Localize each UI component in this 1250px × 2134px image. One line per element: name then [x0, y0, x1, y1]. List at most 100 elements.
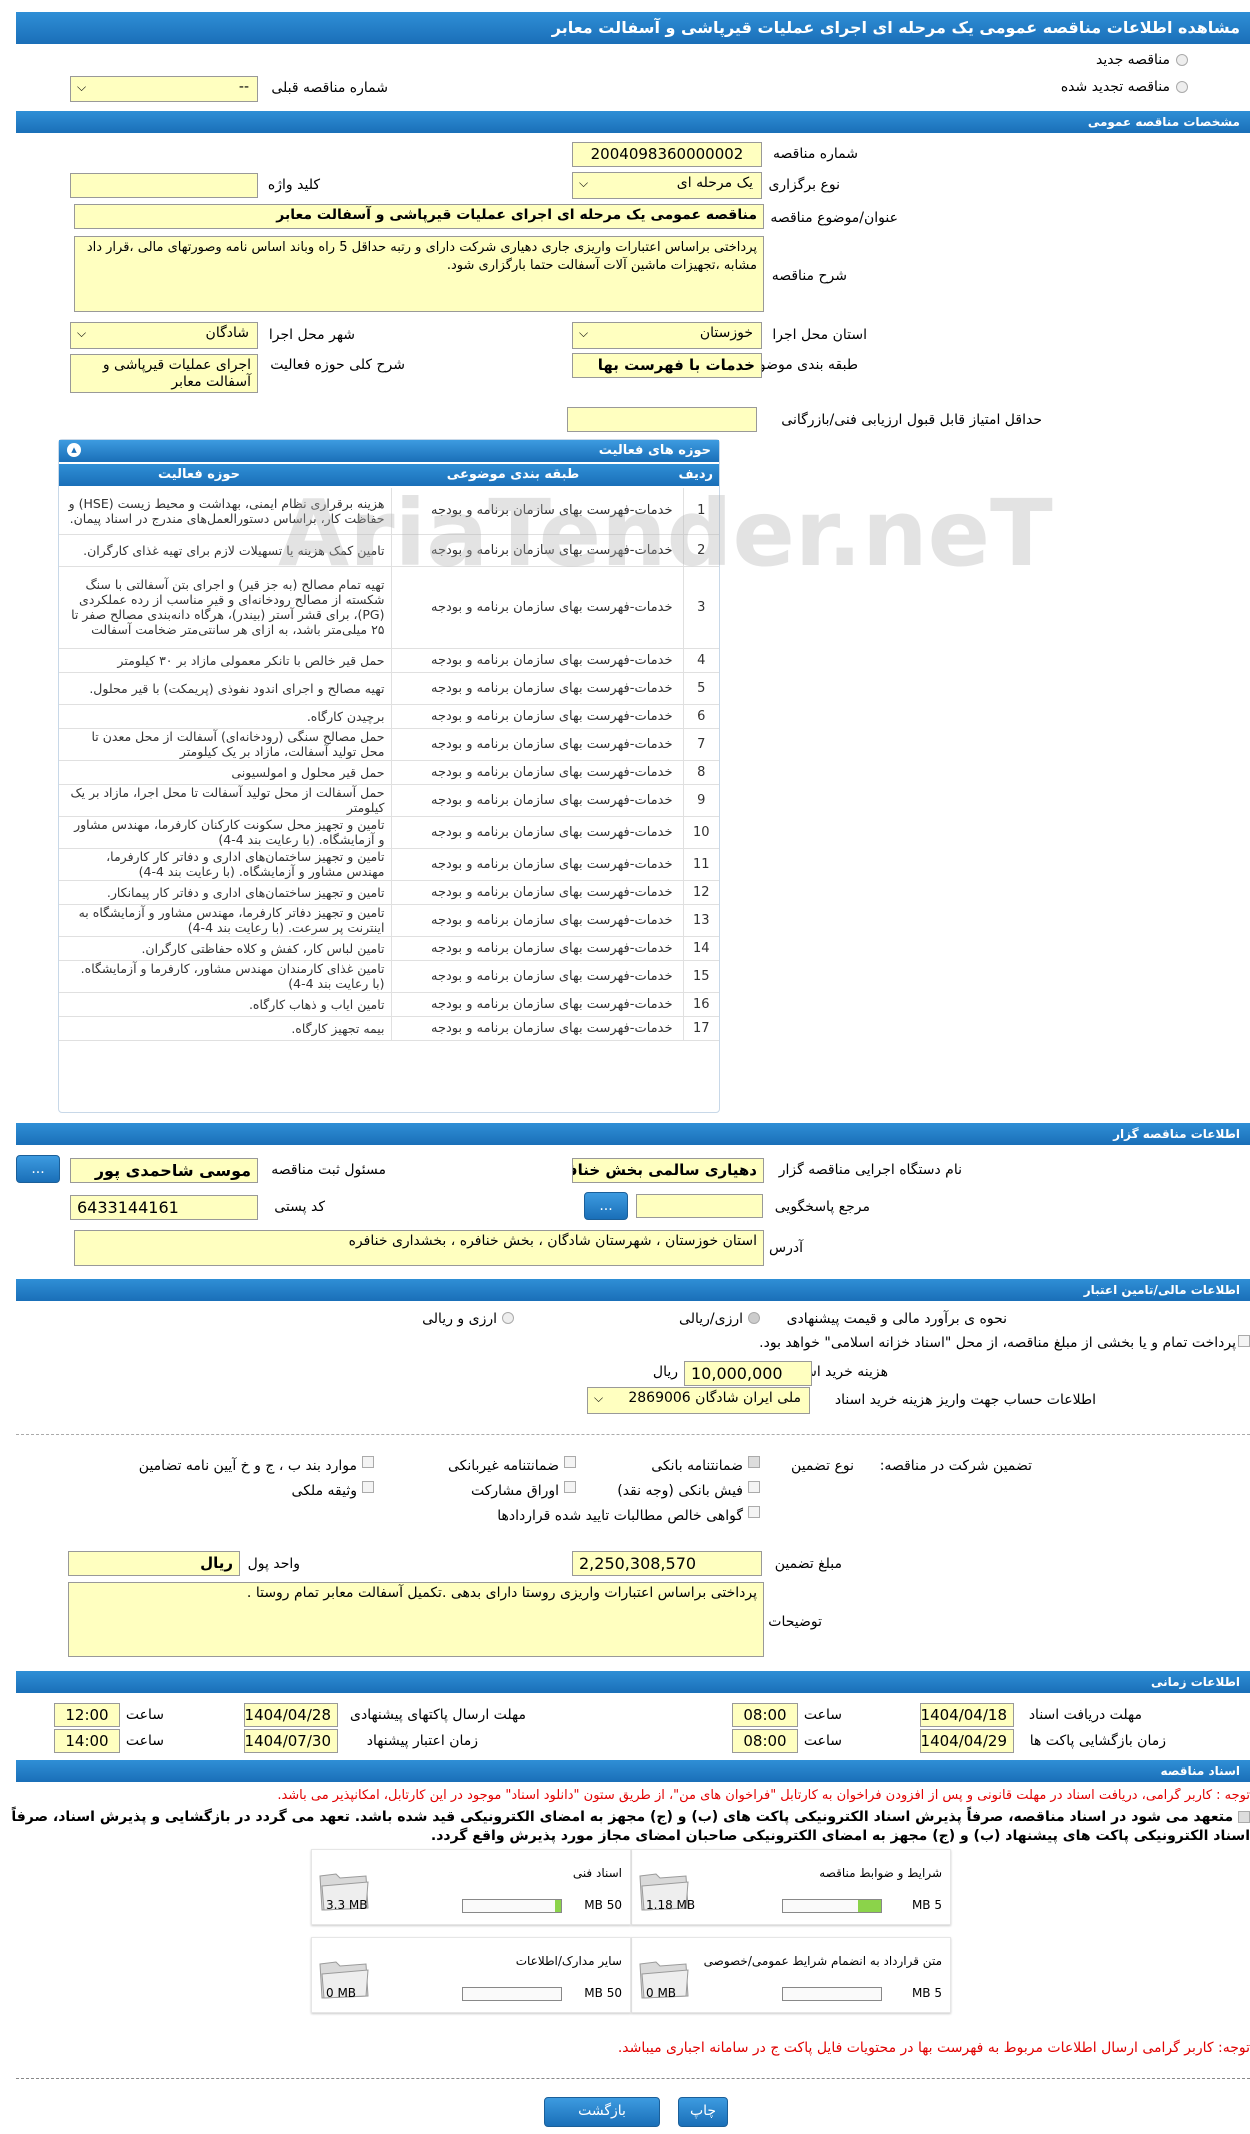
- bank-guarantee-checkbox[interactable]: [748, 1456, 760, 1468]
- send-time-field: 12:00: [54, 1703, 120, 1727]
- chevron-down-icon: ⌵: [579, 176, 589, 190]
- open-date-field: 1404/04/29: [920, 1729, 1014, 1753]
- activity-row: 16 خدمات-فهرست بهای سازمان برنامه و بودجه…: [59, 992, 719, 1017]
- document-card-max: 50 MB: [584, 1986, 622, 2000]
- bonds-label: اوراق مشارکت: [470, 1483, 559, 1499]
- commitment-checkbox[interactable]: [1238, 1811, 1250, 1823]
- general-section-header: مشخصات مناقصه عمومی: [16, 111, 1250, 133]
- cases-checkbox[interactable]: [362, 1456, 374, 1468]
- cheque-checkbox[interactable]: [748, 1481, 760, 1493]
- collapse-icon[interactable]: ▴: [67, 443, 81, 457]
- valid-label: زمان اعتبار پیشنهاد: [366, 1733, 478, 1749]
- document-card[interactable]: اسناد فنی 50 MB 3.3 MB: [311, 1849, 631, 1925]
- participation-label: تضمین شرکت در مناقصه:: [879, 1458, 1032, 1474]
- document-card-progress-fill: [857, 1900, 881, 1912]
- document-card[interactable]: شرایط و ضوابط مناقصه 5 MB 1.18 MB: [631, 1849, 951, 1925]
- guarantee-type-label: نوع تضمین: [791, 1458, 854, 1474]
- row-number: 5: [683, 672, 719, 705]
- property-label: وثیقه ملکی: [291, 1483, 357, 1499]
- property-checkbox[interactable]: [362, 1481, 374, 1493]
- activity-row: 17 خدمات-فهرست بهای سازمان برنامه و بودجه…: [59, 1016, 719, 1041]
- row-category: خدمات-فهرست بهای سازمان برنامه و بودجه: [390, 816, 684, 849]
- both-currency-label: ارزی و ریالی: [422, 1311, 497, 1327]
- new-tender-radio[interactable]: [1176, 54, 1188, 66]
- islamic-treasury-checkbox[interactable]: [1238, 1335, 1250, 1347]
- tender-number-label: شماره مناقصه: [773, 146, 858, 162]
- row-number: 7: [683, 728, 719, 761]
- ref-label: مرجع پاسخگویی: [774, 1199, 870, 1215]
- tender-type-label: نوع برگزاری: [768, 177, 840, 193]
- row-category: خدمات-فهرست بهای سازمان برنامه و بودجه: [390, 760, 684, 785]
- address-label: آدرس: [769, 1240, 803, 1256]
- print-button[interactable]: چاپ: [678, 2097, 728, 2127]
- timing-section-header: اطلاعات زمانی: [16, 1671, 1250, 1693]
- row-activity: تامین و تجهیز دفاتر کارفرما، مهندس مشاور…: [59, 904, 391, 937]
- row-category: خدمات-فهرست بهای سازمان برنامه و بودجه: [390, 704, 684, 729]
- address-field: استان خوزستان ، شهرستان شادگان ، بخش خنا…: [74, 1230, 764, 1266]
- activity-row: 6 خدمات-فهرست بهای سازمان برنامه و بودجه ب…: [59, 704, 719, 729]
- document-card-title: شرایط و ضوابط مناقصه: [819, 1866, 942, 1880]
- back-button[interactable]: بازگشت: [544, 2097, 660, 2127]
- ref-more-button[interactable]: ...: [584, 1192, 628, 1220]
- account-select[interactable]: ملی ایران شادگان 2869006 ⌵: [587, 1387, 810, 1414]
- doc-fee-field: 10,000,000: [684, 1361, 812, 1386]
- responsible-field: موسی شاحمدی پور: [70, 1158, 258, 1183]
- send-date-field: 1404/04/28: [244, 1703, 338, 1727]
- guarantee-amount-field: 2,250,308,570: [572, 1551, 762, 1576]
- ref-field: [636, 1194, 763, 1218]
- open-time-label: ساعت: [803, 1733, 842, 1749]
- islamic-treasury-label: پرداخت تمام و یا بخشی از مبلغ مناقصه، از…: [759, 1335, 1236, 1351]
- responsible-more-button[interactable]: ...: [16, 1155, 60, 1183]
- renewed-tender-radio[interactable]: [1176, 81, 1188, 93]
- tender-desc-label: شرح مناقصه: [771, 268, 847, 284]
- responsible-label: مسئول ثبت مناقصه: [271, 1162, 386, 1178]
- nonbank-guarantee-label: ضمانتنامه غیربانکی: [447, 1458, 559, 1474]
- divider: [16, 2078, 1250, 2079]
- prev-number-label: شماره مناقصه قبلی: [271, 80, 388, 96]
- send-time-label: ساعت: [125, 1707, 164, 1723]
- rial-radio[interactable]: [748, 1312, 760, 1324]
- category-field: خدمات با فهرست بها: [572, 353, 762, 378]
- prev-number-value: --: [238, 79, 249, 95]
- document-card[interactable]: سایر مدارک/اطلاعات 50 MB 0 MB: [311, 1937, 631, 2013]
- notes-label: توضیحات: [768, 1614, 822, 1630]
- keyword-field[interactable]: [70, 173, 258, 198]
- both-currency-radio[interactable]: [502, 1312, 514, 1324]
- activity-desc-label: شرح کلی حوزه فعالیت: [270, 357, 405, 373]
- chevron-down-icon: ⌵: [77, 80, 87, 94]
- province-select[interactable]: خوزستان ⌵: [572, 322, 762, 349]
- notes-field: پرداختی براساس اعتبارات واریزی روستا دار…: [68, 1582, 764, 1657]
- row-activity: تامین و تجهیز ساختمان‌های اداری و دفاتر …: [59, 848, 391, 881]
- row-number: 15: [683, 960, 719, 993]
- document-card[interactable]: متن قرارداد به انضمام شرایط عمومی/خصوصی 5…: [631, 1937, 951, 2013]
- tender-title-label: عنوان/موضوع مناقصه: [770, 210, 898, 226]
- chevron-down-icon: ⌵: [77, 326, 87, 340]
- keyword-label: کلید واژه: [267, 177, 320, 193]
- bonds-checkbox[interactable]: [564, 1481, 576, 1493]
- document-card-progress-fill: [554, 1900, 561, 1912]
- divider: [16, 1434, 1250, 1435]
- city-select[interactable]: شادگان ⌵: [70, 322, 258, 349]
- document-card-title: متن قرارداد به انضمام شرایط عمومی/خصوصی: [703, 1954, 942, 1968]
- row-category: خدمات-فهرست بهای سازمان برنامه و بودجه: [390, 1016, 684, 1041]
- document-card-used: 0 MB: [326, 1986, 357, 2000]
- prev-number-select[interactable]: -- ⌵: [70, 76, 258, 102]
- min-score-field[interactable]: [567, 407, 757, 432]
- valid-time-label: ساعت: [125, 1733, 164, 1749]
- renewed-tender-label: مناقصه تجدید شده: [1060, 79, 1170, 95]
- row-number: 8: [683, 760, 719, 785]
- claims-label: گواهی خالص مطالبات تایید شده قراردادها: [497, 1508, 743, 1524]
- receive-label: مهلت دریافت اسناد: [1028, 1707, 1142, 1723]
- doc-fee-unit: ریال: [652, 1364, 678, 1380]
- tender-type-select[interactable]: یک مرحله ای ⌵: [572, 172, 762, 199]
- row-number: 4: [683, 648, 719, 673]
- currency-label: واحد پول: [247, 1556, 300, 1572]
- document-card-progress: [462, 1899, 562, 1913]
- row-activity: تهیه مصالح و اجرای اندود نفوذی (پریمکت) …: [59, 672, 391, 705]
- nonbank-guarantee-checkbox[interactable]: [564, 1456, 576, 1468]
- claims-checkbox[interactable]: [748, 1506, 760, 1518]
- col-activity: حوزه فعالیت: [158, 467, 240, 482]
- city-label: شهر محل اجرا: [268, 327, 355, 343]
- activity-row: 13 خدمات-فهرست بهای سازمان برنامه و بودجه…: [59, 904, 719, 937]
- organizer-section-header: اطلاعات مناقصه گزار: [16, 1123, 1250, 1145]
